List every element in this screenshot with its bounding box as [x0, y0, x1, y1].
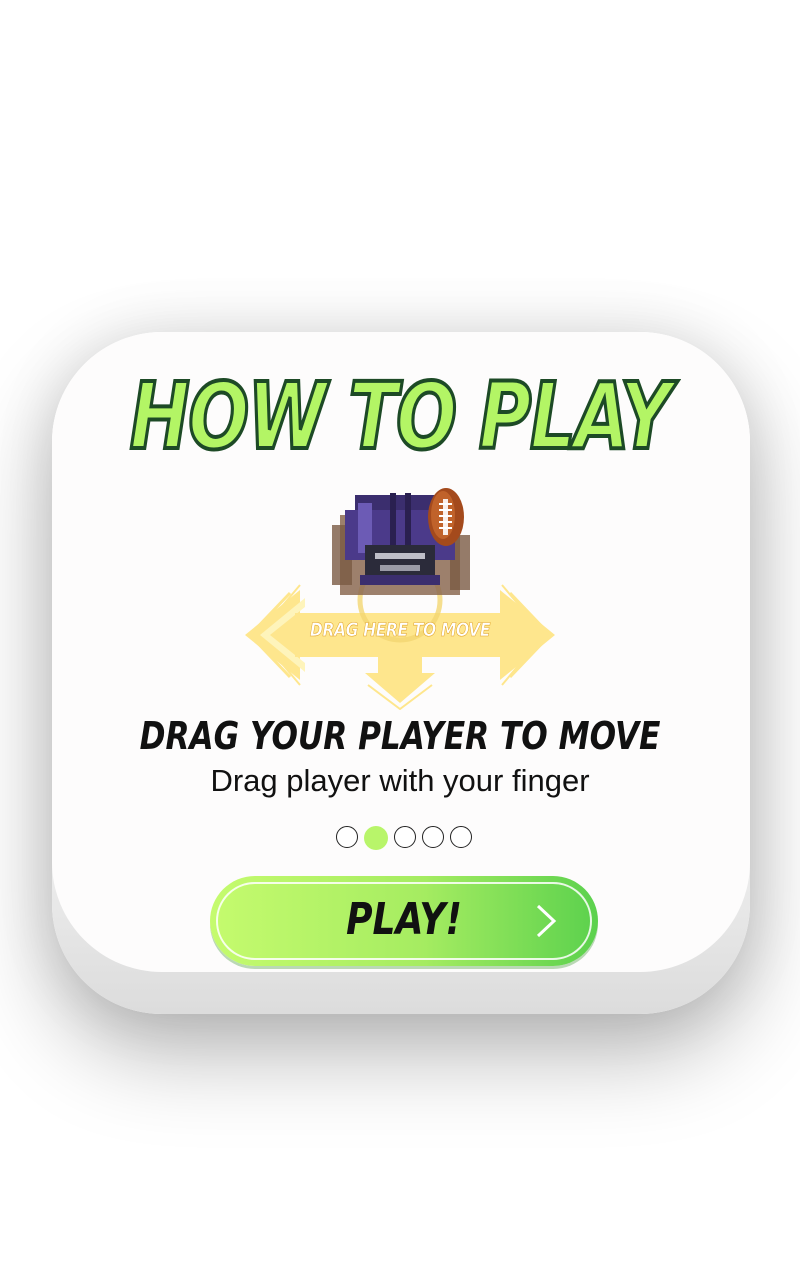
page-indicator [4, 826, 800, 850]
tutorial-description: Drag player with your finger [210, 763, 590, 798]
tutorial-illustration [245, 488, 555, 710]
page-dot-4[interactable] [422, 826, 444, 848]
dialog-title: HOW TO PLAY [128, 361, 673, 472]
screen: HOW TO PLAY DRAG HERE TO MOVE DRAG YOUR … [0, 0, 800, 1280]
chevron-right-icon [536, 904, 557, 938]
page-dot-3[interactable] [394, 826, 416, 848]
play-button-label: PLAY! [346, 894, 462, 945]
play-button[interactable]: PLAY! [210, 876, 598, 966]
page-dot-2-active[interactable] [364, 826, 388, 850]
page-dot-5[interactable] [450, 826, 472, 848]
football-icon [428, 488, 464, 546]
page-dot-1[interactable] [336, 826, 358, 848]
tutorial-heading: DRAG YOUR PLAYER TO MOVE [139, 714, 661, 758]
drag-hint-label: DRAG HERE TO MOVE [309, 619, 491, 642]
